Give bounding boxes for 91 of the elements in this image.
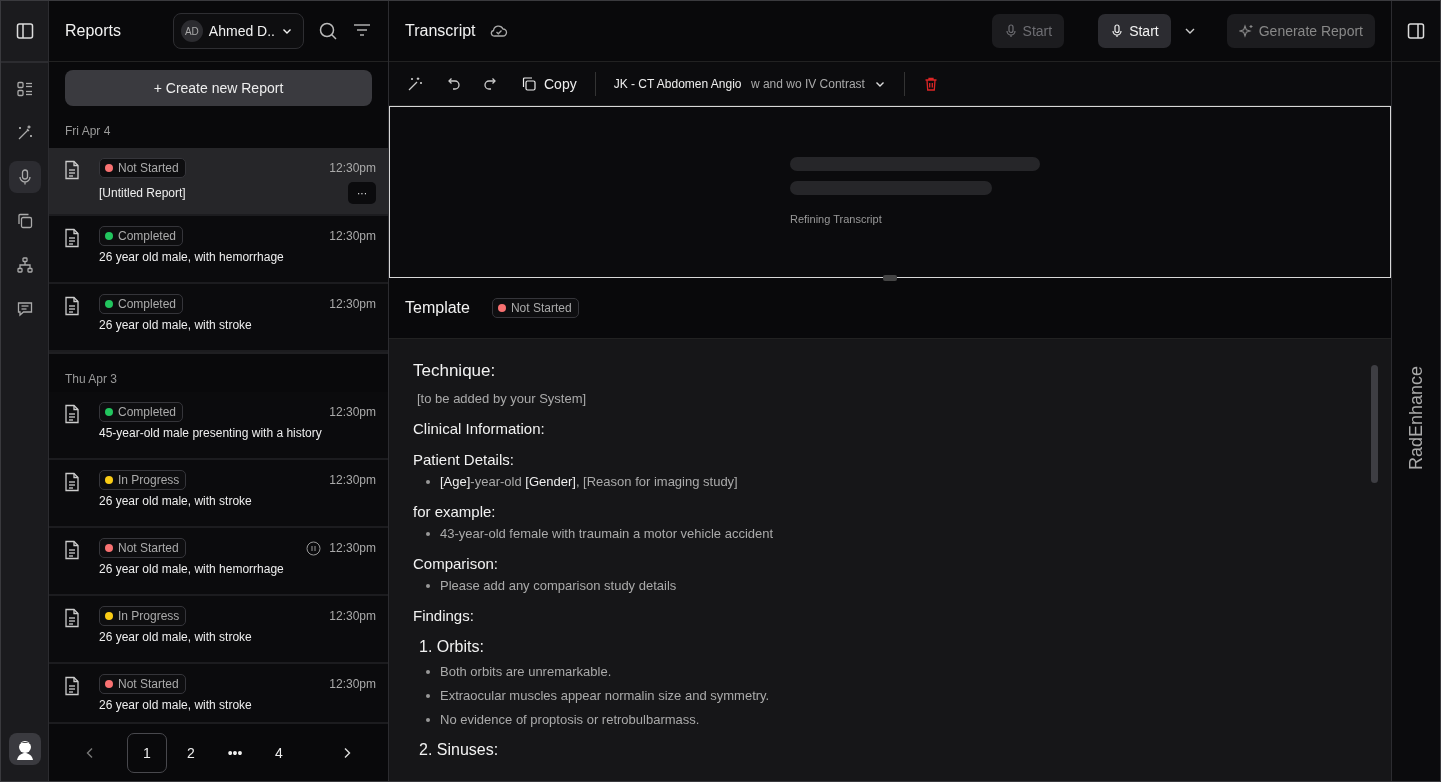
report-time: 12:30pm <box>329 609 376 623</box>
bullet-text: Both orbits are unremarkable. <box>440 664 612 679</box>
generate-report-button[interactable]: Generate Report <box>1226 14 1375 48</box>
bullet-text: No evidence of proptosis or retrobulbarmass. <box>440 712 700 727</box>
create-report-button[interactable]: + Create new Report <box>65 70 372 106</box>
document-icon <box>63 676 81 696</box>
bullet-icon <box>426 479 430 484</box>
report-time: 12:30pm <box>329 161 376 175</box>
page-button[interactable]: 1 <box>127 732 167 773</box>
section-heading: Technique: <box>413 361 497 381</box>
copy-button[interactable]: Copy <box>521 75 577 92</box>
section-heading: for example: <box>413 503 497 520</box>
section-heading: Comparison: <box>413 555 500 572</box>
report-time: 12:30pm <box>329 297 376 311</box>
start-button[interactable]: Start <box>1098 14 1171 48</box>
cloud-icon <box>489 24 508 38</box>
bullet-text: 43-year-old female with traumain a motor vehicle accident <box>440 526 774 541</box>
page-button[interactable]: 2 <box>171 732 211 773</box>
resize-handle[interactable] <box>883 275 897 281</box>
document-icon <box>63 228 81 248</box>
section-heading: Clinical Information: <box>413 420 546 437</box>
status-badge: In Progress <box>99 470 187 490</box>
report-time: 12:30pm <box>329 541 376 555</box>
status-badge: In Progress <box>99 606 187 626</box>
report-title: 26 year old male, with stroke <box>99 698 252 712</box>
document-icon <box>63 472 81 492</box>
bullet-icon <box>426 669 430 674</box>
status-badge: Completed <box>99 402 184 422</box>
section-heading: Findings: <box>413 607 475 624</box>
status-badge: Completed <box>99 226 184 246</box>
sparkle-icon <box>1238 23 1254 39</box>
bullet-text: Please add any comparison study details <box>440 578 677 593</box>
list-icon <box>15 80 34 98</box>
document-icon <box>63 160 81 180</box>
numbered-heading: 2. Sinuses: <box>419 741 500 759</box>
status-badge: Completed <box>99 294 184 314</box>
copy-icon <box>521 75 537 92</box>
report-title: 45-year-old male presenting with a history <box>99 426 322 440</box>
report-title: 26 year old male, with hemorrhage <box>99 562 284 576</box>
loading-text: Refining Transcript <box>790 213 883 225</box>
status-badge: Not Started <box>99 674 186 694</box>
panel-toggle-icon[interactable] <box>1406 21 1426 41</box>
document-icon <box>63 540 81 560</box>
microphone-icon <box>1110 24 1125 38</box>
more-button[interactable]: ··· <box>348 182 376 204</box>
user-dropdown[interactable]: AD Ahmed D.. <box>172 13 304 49</box>
hierarchy-icon <box>15 256 34 274</box>
scrollbar[interactable] <box>1371 365 1378 483</box>
transcript-title: Transcript <box>405 22 476 40</box>
report-title: 26 year old male, with stroke <box>99 494 252 508</box>
page-button[interactable]: ••• <box>215 732 255 773</box>
copy-icon <box>15 212 34 230</box>
status-badge: Not Started <box>99 158 186 178</box>
template-dropdown[interactable]: JK - CT Abdomen Angio w and wo IV Contrast <box>613 76 886 91</box>
bullet-text: [Age]-year-old [Gender], [Reason for imaging study] <box>440 474 738 489</box>
date-heading: Fri Apr 4 <box>64 123 112 140</box>
bullet-icon <box>426 693 430 698</box>
microphone-icon <box>1003 24 1018 38</box>
page-button[interactable]: 4 <box>259 732 299 773</box>
document-icon <box>63 608 81 628</box>
report-title: 26 year old male, with hemorrhage <box>99 250 284 264</box>
status-badge: Not Started <box>99 538 186 558</box>
template-title: Template <box>405 299 470 317</box>
report-title: [Untitled Report] <box>99 186 186 200</box>
rail-button[interactable] <box>8 161 41 193</box>
section-heading: Patient Details: <box>413 451 515 468</box>
report-time: 12:30pm <box>329 677 376 691</box>
bullet-icon <box>426 583 430 588</box>
user-name: Ahmed D.. <box>208 23 275 39</box>
search-icon[interactable] <box>318 21 338 41</box>
user-avatar: AD <box>180 20 203 42</box>
document-icon <box>63 404 81 424</box>
avatar-button[interactable] <box>8 733 41 765</box>
bullet-icon <box>426 717 430 722</box>
sidebar-toggle-icon[interactable] <box>14 21 35 41</box>
report-item[interactable]: Not Started 12:30pm [Untitled Report] ··· <box>49 148 388 216</box>
document-icon <box>63 296 81 316</box>
brand-name: RadEnhance <box>1405 366 1427 471</box>
report-title: 26 year old male, with stroke <box>99 318 252 332</box>
numbered-heading: 1. Orbits: <box>419 638 485 656</box>
report-time: 12:30pm <box>329 473 376 487</box>
reports-title: Reports <box>65 22 122 40</box>
chat-icon <box>15 300 34 318</box>
magic-wand-icon[interactable] <box>407 75 423 92</box>
report-time: 12:30pm <box>329 405 376 419</box>
bullet-icon <box>426 531 430 536</box>
placeholder-text: [to be added by your System] <box>417 391 588 406</box>
status-badge: Not Started <box>491 298 579 318</box>
bullet-text: Extraocular muscles appear normalin size and symmetry. <box>440 688 770 703</box>
report-time: 12:30pm <box>329 229 376 243</box>
report-title: 26 year old male, with stroke <box>99 630 252 644</box>
